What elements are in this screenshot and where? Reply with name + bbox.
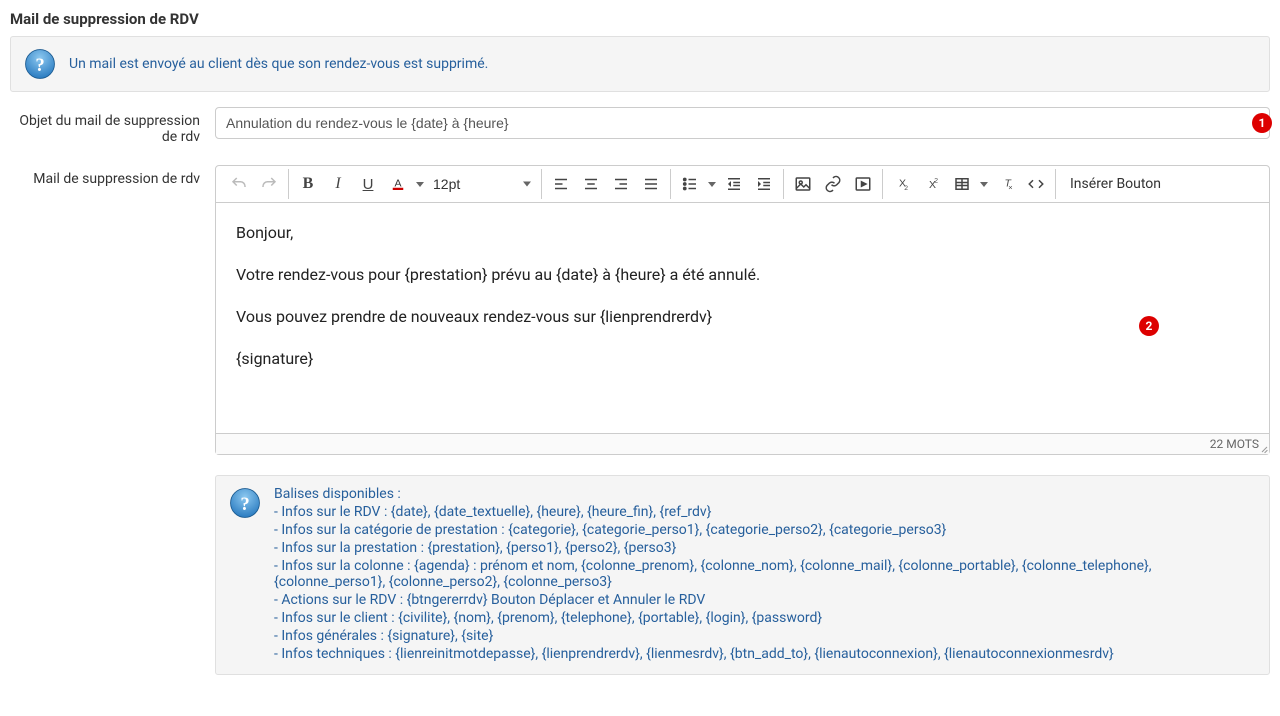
outdent-button[interactable]	[719, 169, 749, 199]
editor-toolbar: B I U A 12pt	[216, 166, 1269, 203]
text-color-button[interactable]: A	[383, 169, 413, 199]
rich-text-editor: B I U A 12pt	[215, 165, 1270, 455]
undo-button[interactable]	[224, 169, 254, 199]
subject-label: Objet du mail de suppression de rdv	[10, 107, 200, 145]
fontsize-select[interactable]: 12pt	[427, 172, 481, 196]
section-title: Mail de suppression de RDV	[10, 10, 1270, 28]
editor-line: {signature}	[236, 347, 1249, 371]
editor-line: Bonjour,	[236, 221, 1249, 245]
editor-line: Vous pouvez prendre de nouveaux rendez-v…	[236, 305, 1249, 329]
media-button[interactable]	[848, 169, 878, 199]
help-icon: ?	[23, 47, 57, 81]
subscript-button[interactable]: X2	[887, 169, 917, 199]
editor-line: Votre rendez-vous pour {prestation} prév…	[236, 263, 1249, 287]
badge-2: 2	[1139, 316, 1159, 336]
indent-button[interactable]	[749, 169, 779, 199]
tags-info-box: ? Balises disponibles : - Infos sur le R…	[215, 475, 1270, 675]
superscript-button[interactable]: X2	[917, 169, 947, 199]
svg-text:×: ×	[1008, 183, 1012, 192]
badge-1: 1	[1252, 113, 1272, 133]
bullet-list-button[interactable]	[675, 169, 705, 199]
help-icon: ?	[228, 486, 262, 520]
align-left-button[interactable]	[546, 169, 576, 199]
svg-text:A: A	[394, 177, 401, 189]
insert-button[interactable]: Insérer Bouton	[1060, 169, 1171, 199]
tags-list: Balises disponibles : - Infos sur le RDV…	[274, 486, 1257, 664]
svg-text:?: ?	[240, 494, 249, 515]
word-count: 22 MOTS	[1210, 437, 1259, 451]
editor-footer: 22 MOTS	[216, 433, 1269, 454]
italic-button[interactable]: I	[323, 169, 353, 199]
svg-text:2: 2	[934, 178, 938, 185]
list-dropdown[interactable]	[705, 182, 719, 187]
table-dropdown[interactable]	[977, 182, 991, 187]
bold-button[interactable]: B	[293, 169, 323, 199]
underline-button[interactable]: U	[353, 169, 383, 199]
redo-button[interactable]	[254, 169, 284, 199]
align-justify-button[interactable]	[636, 169, 666, 199]
link-button[interactable]	[818, 169, 848, 199]
resize-handle[interactable]	[1258, 443, 1268, 453]
info-box: ? Un mail est envoyé au client dès que s…	[10, 36, 1270, 92]
info-text: Un mail est envoyé au client dès que son…	[69, 56, 488, 72]
text-color-dropdown[interactable]	[413, 182, 427, 187]
editor-content[interactable]: Bonjour, Votre rendez-vous pour {prestat…	[216, 203, 1269, 433]
svg-text:?: ?	[35, 55, 44, 76]
code-button[interactable]	[1021, 169, 1051, 199]
align-right-button[interactable]	[606, 169, 636, 199]
clear-format-button[interactable]: T×	[991, 169, 1021, 199]
subject-input[interactable]	[215, 107, 1270, 139]
svg-text:2: 2	[904, 185, 908, 192]
body-label: Mail de suppression de rdv	[10, 165, 200, 455]
image-button[interactable]	[788, 169, 818, 199]
table-button[interactable]	[947, 169, 977, 199]
align-center-button[interactable]	[576, 169, 606, 199]
